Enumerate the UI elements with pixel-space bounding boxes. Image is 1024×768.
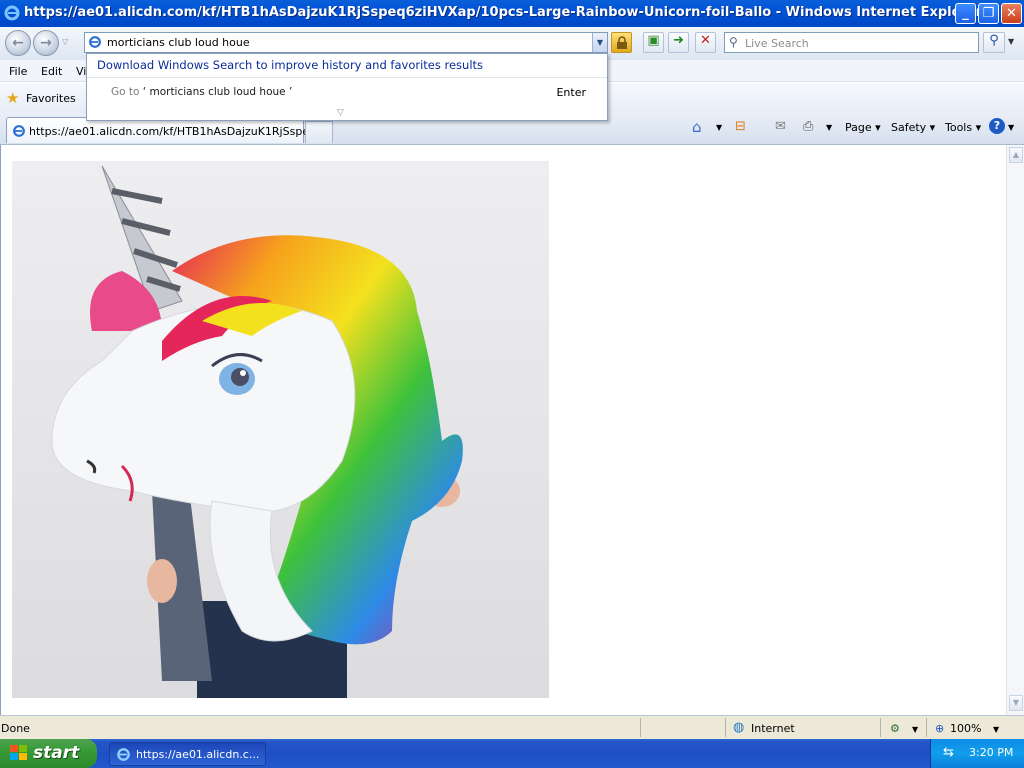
unicorn-balloon-image [12, 161, 549, 698]
back-arrow-icon: ← [12, 35, 24, 51]
vertical-scrollbar[interactable]: ▲ ▼ [1006, 145, 1024, 715]
refresh-icon: ➜ [673, 33, 684, 48]
new-tab-button[interactable] [305, 121, 333, 143]
expand-arrow-icon[interactable]: ▽ [337, 108, 344, 118]
network-icon[interactable]: ⇆ [943, 745, 954, 760]
search-button[interactable]: ⚲ [983, 32, 1005, 53]
window-title: https://ae01.alicdn.com/kf/HTB1hAsDajzuK… [24, 5, 983, 20]
help-icon[interactable]: ? [989, 118, 1005, 134]
taskbar-ie-icon [117, 748, 130, 761]
clock: 3:20 PM [969, 746, 1014, 759]
refresh-button[interactable]: ➜ [668, 32, 689, 53]
search-options-dropdown[interactable]: ▼ [1008, 37, 1014, 46]
ie-logo-icon [4, 5, 20, 21]
zone-label: Internet [751, 722, 795, 735]
status-divider [640, 718, 641, 737]
taskbar-item-ie[interactable]: https://ae01.alicdn.c... [109, 742, 266, 766]
start-button[interactable]: start [0, 739, 97, 768]
star-icon: ★ [6, 89, 20, 107]
address-bar[interactable]: morticians club loud houe ▼ [84, 32, 608, 53]
tab-ie-icon [13, 125, 25, 137]
forward-button[interactable]: → [33, 30, 59, 56]
menu-file[interactable]: File [9, 65, 27, 78]
page-menu[interactable]: Page ▾ [845, 121, 881, 134]
status-text: Done [1, 722, 30, 735]
status-divider [880, 718, 881, 737]
tools-menu[interactable]: Tools ▾ [945, 121, 981, 134]
zoom-dropdown[interactable]: ▼ [993, 725, 999, 734]
back-button[interactable]: ← [5, 30, 31, 56]
scroll-up-button[interactable]: ▲ [1009, 147, 1023, 163]
compatibility-button[interactable]: ▣ [643, 32, 664, 53]
address-input[interactable]: morticians club loud houe [107, 36, 250, 49]
print-icon[interactable]: ⎙ [803, 119, 813, 134]
protected-mode-dropdown[interactable]: ▼ [912, 725, 918, 734]
go-to-value: ‘ morticians club loud houe ’ [142, 86, 293, 98]
scroll-down-button[interactable]: ▼ [1009, 695, 1023, 711]
lock-button[interactable] [611, 32, 632, 53]
help-dropdown[interactable]: ▼ [1008, 123, 1014, 132]
status-divider [926, 718, 927, 737]
close-button[interactable]: ✕ [1001, 3, 1022, 24]
recent-pages-dropdown[interactable]: ▽ [62, 37, 68, 46]
safety-menu[interactable]: Safety ▾ [891, 121, 935, 134]
status-bar: Done ◍ Internet ⚙ ▼ ⊕ 100% ▼ [0, 715, 1024, 739]
favorites-button[interactable]: Favorites [26, 92, 76, 105]
print-dropdown[interactable]: ▼ [826, 123, 832, 132]
system-tray: ⇆ 3:20 PM [930, 739, 1024, 768]
tab-title: https://ae01.alicdn.com/kf/HTB1hAsDajzuK… [29, 125, 334, 138]
minimize-button[interactable]: _ [955, 3, 976, 24]
zoom-icon: ⊕ [935, 722, 945, 735]
rss-icon[interactable]: ⊟ [735, 119, 746, 134]
ie-page-icon [89, 36, 101, 48]
zoom-level[interactable]: 100% [950, 722, 981, 735]
search-go-icon: ⚲ [989, 33, 999, 48]
window-title-bar[interactable]: https://ae01.alicdn.com/kf/HTB1hAsDajzuK… [0, 0, 1024, 27]
go-to-suggestion[interactable]: Go to ‘ morticians club loud houe ’ [111, 86, 292, 98]
menu-view[interactable]: Vi [76, 65, 86, 78]
mail-icon[interactable]: ✉ [775, 119, 786, 134]
restore-button[interactable]: ❐ [978, 3, 999, 24]
download-windows-search-link[interactable]: Download Windows Search to improve histo… [97, 58, 483, 72]
menu-edit[interactable]: Edit [41, 65, 62, 78]
page-menu-label: Page [845, 121, 872, 134]
enter-hint: Enter [556, 86, 586, 99]
lock-icon [616, 36, 627, 49]
globe-icon: ◍ [733, 720, 745, 735]
safety-menu-label: Safety [891, 121, 927, 134]
autocomplete-divider [87, 77, 607, 78]
stop-icon: ✕ [700, 33, 711, 48]
go-to-prefix: Go to [111, 86, 140, 98]
taskbar: start https://ae01.alicdn.c... ⇆ 3:20 PM [0, 739, 1024, 768]
search-icon: ⚲ [729, 35, 738, 49]
address-dropdown-button[interactable]: ▼ [592, 33, 607, 52]
search-input[interactable]: Live Search [745, 37, 809, 50]
protected-mode-icon[interactable]: ⚙ [890, 722, 900, 735]
search-box[interactable]: ⚲ Live Search [724, 32, 979, 53]
status-divider [725, 718, 726, 737]
home-icon[interactable]: ⌂ [692, 118, 702, 136]
taskbar-item-label: https://ae01.alicdn.c... [136, 748, 260, 761]
tools-menu-label: Tools [945, 121, 973, 134]
start-label: start [33, 743, 80, 763]
address-autocomplete: Download Windows Search to improve histo… [86, 53, 608, 121]
stop-button[interactable]: ✕ [695, 32, 716, 53]
forward-arrow-icon: → [40, 35, 52, 51]
windows-flag-icon [10, 745, 27, 760]
compat-icon: ▣ [647, 33, 660, 48]
home-dropdown[interactable]: ▼ [716, 123, 722, 132]
